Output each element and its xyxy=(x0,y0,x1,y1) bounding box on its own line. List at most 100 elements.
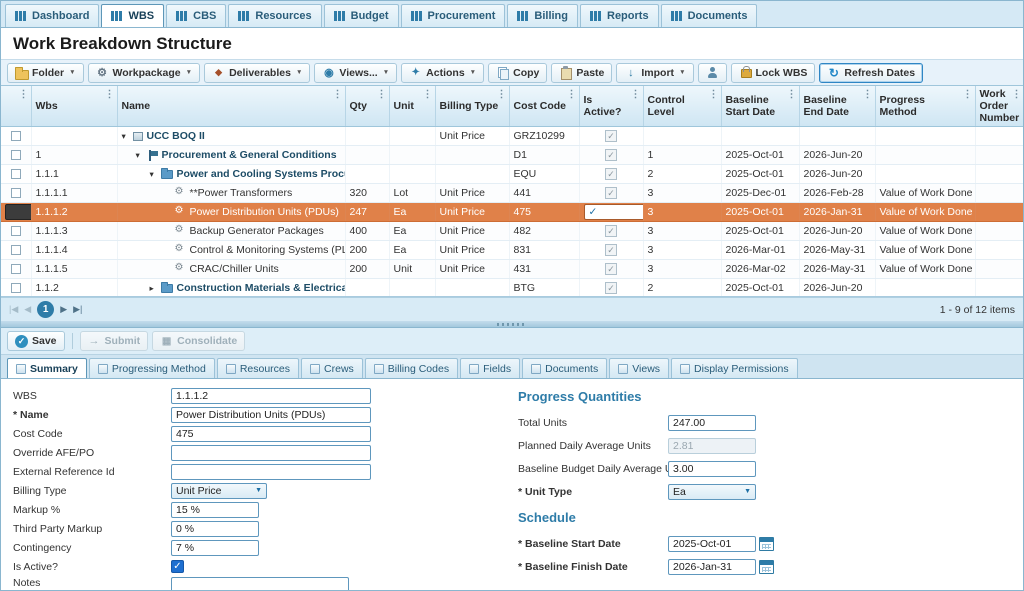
column-header-work-order-number[interactable]: Work Order Number⋮ xyxy=(975,86,1023,127)
field-cost-code-input[interactable] xyxy=(171,426,371,442)
prev-page-button[interactable]: ◀ xyxy=(24,304,31,315)
is-active-checkbox[interactable]: ✓ xyxy=(605,282,617,294)
deliverables-button[interactable]: Deliverables▼ xyxy=(204,63,310,83)
column-header-baseline-end-date[interactable]: Baseline End Date⋮ xyxy=(799,86,875,127)
calendar-icon[interactable] xyxy=(759,560,774,574)
field-is-active-checkbox[interactable]: ✓ xyxy=(171,560,184,573)
row-checkbox[interactable] xyxy=(11,245,21,255)
field-total-units-input[interactable] xyxy=(668,415,756,431)
row-checkbox[interactable] xyxy=(11,150,21,160)
views-button[interactable]: Views...▼ xyxy=(314,63,397,83)
column-header-control-level[interactable]: Control Level⋮ xyxy=(643,86,721,127)
detail-tab-views[interactable]: Views xyxy=(609,358,669,378)
column-header-name[interactable]: Name⋮ xyxy=(117,86,345,127)
detail-tab-summary[interactable]: Summary xyxy=(7,358,87,378)
calendar-icon[interactable] xyxy=(759,537,774,551)
column-menu-icon[interactable]: ⋮ xyxy=(333,89,343,101)
field-unit-type-select[interactable]: Ea▼ xyxy=(668,484,756,500)
field-planned-daily-average-units-input[interactable] xyxy=(668,438,756,454)
column-header-wbs[interactable]: Wbs⋮ xyxy=(31,86,117,127)
column-header-progress-method[interactable]: Progress Method⋮ xyxy=(875,86,975,127)
row-checkbox[interactable] xyxy=(5,204,31,220)
column-menu-icon[interactable]: ⋮ xyxy=(963,89,973,101)
column-menu-icon[interactable]: ⋮ xyxy=(377,89,387,101)
tab-cbs[interactable]: CBS xyxy=(166,4,226,27)
field-third-party-markup-input[interactable] xyxy=(171,521,259,537)
column-menu-icon[interactable]: ⋮ xyxy=(19,89,29,101)
is-active-checkbox[interactable]: ✓ xyxy=(605,244,617,256)
row-checkbox[interactable] xyxy=(11,226,21,236)
tab-budget[interactable]: Budget xyxy=(324,4,399,27)
column-menu-icon[interactable]: ⋮ xyxy=(423,89,433,101)
field-wbs-input[interactable] xyxy=(171,388,371,404)
paste-button[interactable]: Paste xyxy=(551,63,612,83)
column-menu-icon[interactable]: ⋮ xyxy=(567,89,577,101)
row-checkbox[interactable] xyxy=(11,264,21,274)
wbs-row[interactable]: 1.1.1.4Control & Monitoring Systems (PLC… xyxy=(1,241,1023,260)
detail-tab-resources[interactable]: Resources xyxy=(217,358,299,378)
row-checkbox[interactable] xyxy=(11,131,21,141)
column-menu-icon[interactable]: ⋮ xyxy=(631,89,641,101)
save-button[interactable]: Save xyxy=(7,331,65,351)
select-all-header[interactable]: ⋮ xyxy=(1,86,31,127)
column-header-cost-code[interactable]: Cost Code⋮ xyxy=(509,86,579,127)
column-menu-icon[interactable]: ⋮ xyxy=(105,89,115,101)
wbs-row[interactable]: 1.1.1.1**Power Transformers320LotUnit Pr… xyxy=(1,184,1023,203)
column-menu-icon[interactable]: ⋮ xyxy=(497,89,507,101)
column-menu-icon[interactable]: ⋮ xyxy=(709,89,719,101)
copy-button[interactable]: Copy xyxy=(488,63,547,83)
expander-icon[interactable]: ▾ xyxy=(136,150,147,161)
column-header-qty[interactable]: Qty⋮ xyxy=(345,86,389,127)
expander-icon[interactable]: ▾ xyxy=(150,169,161,180)
row-checkbox[interactable] xyxy=(11,283,21,293)
is-active-checkbox[interactable]: ✓ xyxy=(584,204,644,220)
field-override-afe-po-input[interactable] xyxy=(171,445,371,461)
tab-wbs[interactable]: WBS xyxy=(101,4,164,27)
tab-resources[interactable]: Resources xyxy=(228,4,321,27)
import-button[interactable]: Import▼ xyxy=(616,63,693,83)
wbs-row[interactable]: 1.1.1.2Power Distribution Units (PDUs)24… xyxy=(1,203,1023,222)
is-active-checkbox[interactable]: ✓ xyxy=(605,149,617,161)
detail-tab-crews[interactable]: Crews xyxy=(301,358,363,378)
column-header-baseline-start-date[interactable]: Baseline Start Date⋮ xyxy=(721,86,799,127)
detail-tab-billing-codes[interactable]: Billing Codes xyxy=(365,358,458,378)
wbs-row[interactable]: 1.1.1.3Backup Generator Packages400EaUni… xyxy=(1,222,1023,241)
column-header-is-active[interactable]: Is Active?⋮ xyxy=(579,86,643,127)
person-button[interactable] xyxy=(698,63,727,83)
actions-button[interactable]: Actions▼ xyxy=(401,63,484,83)
field-contingency-input[interactable] xyxy=(171,540,259,556)
next-page-button[interactable]: ▶ xyxy=(60,304,67,315)
last-page-button[interactable]: ▶| xyxy=(73,304,82,315)
is-active-checkbox[interactable]: ✓ xyxy=(605,187,617,199)
detail-tab-documents[interactable]: Documents xyxy=(522,358,607,378)
wbs-row[interactable]: 1▾Procurement & General ConditionsD1✓120… xyxy=(1,146,1023,165)
field-baseline-budget-daily-average-units-input[interactable] xyxy=(668,461,756,477)
tab-reports[interactable]: Reports xyxy=(580,4,659,27)
current-page-badge[interactable]: 1 xyxy=(37,301,54,318)
detail-tab-display-permissions[interactable]: Display Permissions xyxy=(671,358,798,378)
tab-billing[interactable]: Billing xyxy=(507,4,578,27)
expander-icon[interactable]: ▾ xyxy=(122,131,133,142)
detail-tab-fields[interactable]: Fields xyxy=(460,358,520,378)
field-baseline-start-date-input[interactable] xyxy=(668,536,756,552)
wbs-row[interactable]: ▾UCC BOQ IIUnit PriceGRZ10299✓ xyxy=(1,127,1023,146)
splitter-handle[interactable] xyxy=(1,321,1023,328)
first-page-button[interactable]: |◀ xyxy=(9,304,18,315)
field-name-input[interactable] xyxy=(171,407,371,423)
column-menu-icon[interactable]: ⋮ xyxy=(863,89,873,101)
workpackage-button[interactable]: Workpackage▼ xyxy=(88,63,201,83)
column-menu-icon[interactable]: ⋮ xyxy=(1012,89,1022,101)
column-header-billing-type[interactable]: Billing Type⋮ xyxy=(435,86,509,127)
is-active-checkbox[interactable]: ✓ xyxy=(605,130,617,142)
lock-wbs-button[interactable]: Lock WBS xyxy=(731,63,816,83)
tab-procurement[interactable]: Procurement xyxy=(401,4,506,27)
row-checkbox[interactable] xyxy=(11,169,21,179)
is-active-checkbox[interactable]: ✓ xyxy=(605,225,617,237)
detail-tab-progressing-method[interactable]: Progressing Method xyxy=(89,358,215,378)
field-notes-textarea[interactable] xyxy=(171,577,349,590)
wbs-row[interactable]: 1.1.1.5CRAC/Chiller Units200UnitUnit Pri… xyxy=(1,260,1023,279)
field-baseline-finish-date-input[interactable] xyxy=(668,559,756,575)
wbs-row[interactable]: 1.1.2▸Construction Materials & Electrica… xyxy=(1,279,1023,297)
refresh-dates-button[interactable]: Refresh Dates xyxy=(819,63,923,83)
folder-button[interactable]: Folder▼ xyxy=(7,63,84,83)
